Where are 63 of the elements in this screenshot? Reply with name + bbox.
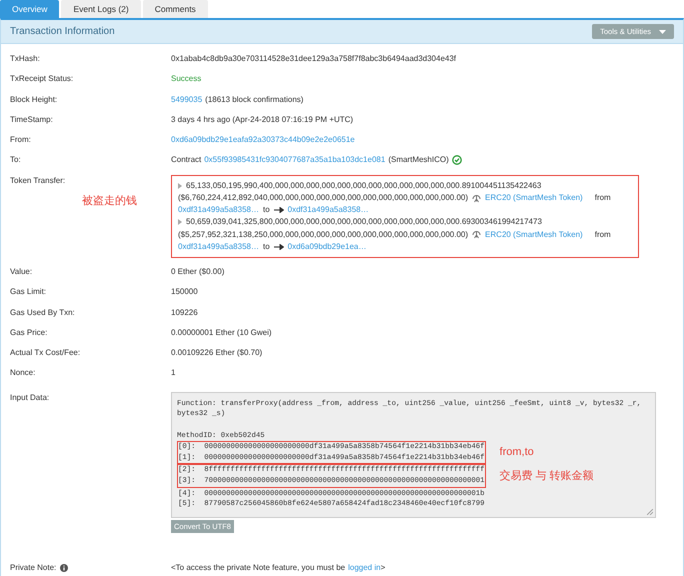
address-link[interactable]: 0xdf31a499a5a8358… xyxy=(178,204,259,216)
arrow-icon xyxy=(274,244,284,250)
address-link[interactable]: 0xdf31a499a5a8358… xyxy=(288,204,369,216)
triangle-bullet-icon xyxy=(178,219,182,226)
input-data-field[interactable] xyxy=(171,392,656,518)
login-link[interactable]: logged in xyxy=(348,562,381,574)
usd-amount: ($6,760,224,412,892,040,000,000,000,000,000,000,000,000,000,000,000,000.00) xyxy=(178,192,468,204)
tab[interactable]: Overview xyxy=(0,0,60,18)
annotation-text: from,to xyxy=(500,447,534,458)
address-link[interactable]: 0xd6a09bdb29e1ea… xyxy=(288,240,366,253)
field-label: TimeStamp: xyxy=(9,114,54,126)
address-link[interactable]: 0xdf31a499a5a8358… xyxy=(178,240,259,253)
field-value: 3 days 4 hrs ago (Apr-24-2018 07:16:19 PM +UTC) xyxy=(171,114,354,126)
field-value: 1 xyxy=(171,367,176,380)
field-value: 0.00109226 Ether ($0.70) xyxy=(171,347,262,360)
field-label: Block Height: xyxy=(9,94,58,106)
field-label: Gas Used By Txn: xyxy=(9,306,76,319)
field-value: (SmartMeshICO) xyxy=(388,154,449,166)
token-amount: 65,133,050,195,990,400,000,000,000,000,000,000,000,000,000,000,000,000.891004451135422463 xyxy=(186,180,542,192)
field-label: To: xyxy=(9,154,22,166)
resize-handle-icon[interactable] xyxy=(647,508,653,515)
link[interactable]: 5499035 xyxy=(171,94,202,106)
field-label: Token Transfer: xyxy=(10,174,66,187)
field-value: to xyxy=(262,240,270,253)
field-value: 150000 xyxy=(171,286,198,298)
field-label: TxReceipt Status: xyxy=(9,73,74,86)
field-value: 109226 xyxy=(171,306,198,319)
field-value: 0x1abab4c8db9a30e703114528e31dee129a3a758f7f8abc3b6494aad3d304e43f xyxy=(171,53,456,65)
link[interactable]: 0x55f93985431fc9304077687a35a1ba103dc1e081 xyxy=(204,154,386,166)
field-value: <To access the private Note feature, you must be xyxy=(171,562,346,574)
annotation-text: 被盗走的钱 xyxy=(81,194,138,209)
field-value: Contract xyxy=(171,154,202,166)
field-value: (18613 block confirmations) xyxy=(205,94,304,106)
field-label: Nonce: xyxy=(9,367,36,380)
usd-amount: ($5,257,952,321,138,250,000,000,000,000,000,000,000,000,000,000,000,000.00) xyxy=(178,228,468,241)
field-value: 0.00000001 Ether (10 Gwei) xyxy=(171,326,272,339)
triangle-bullet-icon xyxy=(178,182,182,189)
field-label: Value: xyxy=(9,266,34,278)
token-link[interactable]: ERC20 (SmartMesh Token) xyxy=(485,192,583,204)
info-icon xyxy=(60,564,68,572)
field-label: Gas Price: xyxy=(9,326,48,339)
token-amount: 50,659,039,041,325,800,000,000,000,000,000,000,000,000,000,000,000,000.693003461994217473 xyxy=(186,216,542,228)
field-value: 0 Ether ($0.00) xyxy=(171,266,224,278)
field-value: from xyxy=(594,228,611,241)
field-label: From: xyxy=(9,134,32,146)
field-value: > xyxy=(380,562,386,574)
tab[interactable]: Comments xyxy=(142,0,208,18)
tab[interactable]: Event Logs (2) xyxy=(61,0,141,18)
token-link[interactable]: ERC20 (SmartMesh Token) xyxy=(485,228,583,241)
field-value: from xyxy=(594,192,611,204)
field-label: TxHash: xyxy=(9,53,41,65)
caret-icon xyxy=(659,30,666,34)
check-circle-icon xyxy=(452,155,462,166)
field-label: Actual Tx Cost/Fee: xyxy=(9,347,82,360)
status-text: Success xyxy=(171,73,202,86)
arrow-icon xyxy=(274,207,284,214)
field-label: Gas Limit: xyxy=(9,286,48,298)
panel-title: Transaction Information xyxy=(10,25,115,39)
field-label: Input Data: xyxy=(9,392,50,404)
field-label: Private Note: xyxy=(10,562,56,574)
link[interactable]: 0xd6a09bdb29e1eafa92a30373c44b09e2e2e0651e xyxy=(171,134,355,146)
field-value: to xyxy=(262,204,270,216)
annotation-text: 交易费 与 转账金额 xyxy=(500,470,594,482)
